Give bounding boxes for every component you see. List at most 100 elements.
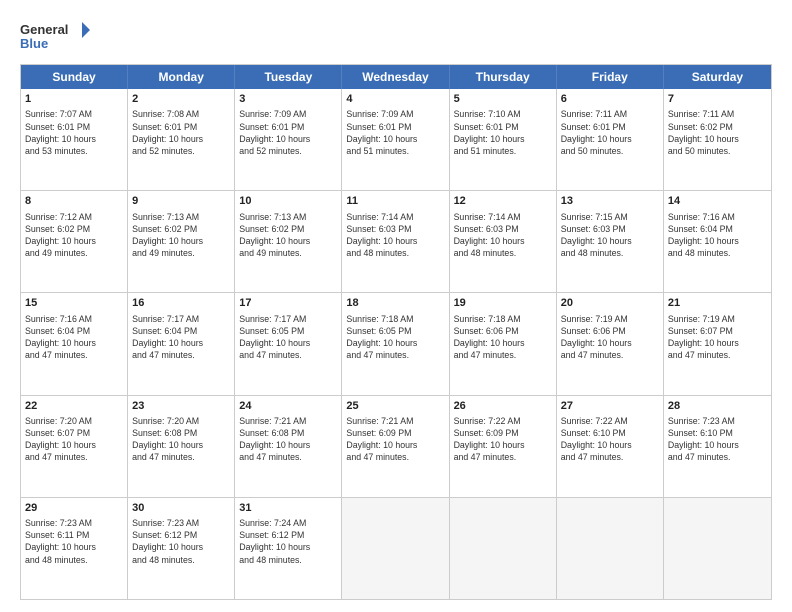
cell-line: Sunrise: 7:17 AM xyxy=(132,313,230,325)
day-number: 9 xyxy=(132,194,230,209)
cell-line: Sunset: 6:02 PM xyxy=(132,223,230,235)
calendar-cell: 5Sunrise: 7:10 AMSunset: 6:01 PMDaylight… xyxy=(450,89,557,190)
cell-line: Daylight: 10 hours xyxy=(454,235,552,247)
cell-line: Daylight: 10 hours xyxy=(561,235,659,247)
cell-line: Sunrise: 7:13 AM xyxy=(239,211,337,223)
cell-line: Sunset: 6:03 PM xyxy=(454,223,552,235)
cell-line: Daylight: 10 hours xyxy=(25,439,123,451)
cell-line: Sunrise: 7:12 AM xyxy=(25,211,123,223)
cell-line: Sunrise: 7:20 AM xyxy=(25,415,123,427)
cell-line: Daylight: 10 hours xyxy=(668,235,767,247)
cell-line: and 47 minutes. xyxy=(454,451,552,463)
calendar-week-5: 29Sunrise: 7:23 AMSunset: 6:11 PMDayligh… xyxy=(21,498,771,599)
cell-line: Sunset: 6:05 PM xyxy=(346,325,444,337)
cell-line: Daylight: 10 hours xyxy=(239,541,337,553)
calendar-cell: 26Sunrise: 7:22 AMSunset: 6:09 PMDayligh… xyxy=(450,396,557,497)
cell-line: Sunset: 6:01 PM xyxy=(561,121,659,133)
cell-line: Sunrise: 7:10 AM xyxy=(454,108,552,120)
cell-line: Sunset: 6:08 PM xyxy=(239,427,337,439)
cell-line: Sunrise: 7:22 AM xyxy=(561,415,659,427)
day-number: 8 xyxy=(25,194,123,209)
calendar-cell: 15Sunrise: 7:16 AMSunset: 6:04 PMDayligh… xyxy=(21,293,128,394)
cell-line: Sunrise: 7:18 AM xyxy=(454,313,552,325)
cell-line: and 48 minutes. xyxy=(668,247,767,259)
cell-line: and 52 minutes. xyxy=(239,145,337,157)
day-number: 17 xyxy=(239,296,337,311)
day-number: 31 xyxy=(239,501,337,516)
cell-line: and 48 minutes. xyxy=(346,247,444,259)
calendar-cell: 4Sunrise: 7:09 AMSunset: 6:01 PMDaylight… xyxy=(342,89,449,190)
cell-line: and 50 minutes. xyxy=(561,145,659,157)
cell-line: Daylight: 10 hours xyxy=(454,133,552,145)
cell-line: Sunset: 6:01 PM xyxy=(346,121,444,133)
calendar-cell: 12Sunrise: 7:14 AMSunset: 6:03 PMDayligh… xyxy=(450,191,557,292)
cell-line: Daylight: 10 hours xyxy=(132,235,230,247)
calendar-cell: 16Sunrise: 7:17 AMSunset: 6:04 PMDayligh… xyxy=(128,293,235,394)
cell-line: Sunrise: 7:18 AM xyxy=(346,313,444,325)
calendar-cell: 2Sunrise: 7:08 AMSunset: 6:01 PMDaylight… xyxy=(128,89,235,190)
cell-line: Daylight: 10 hours xyxy=(668,133,767,145)
cell-line: Sunset: 6:02 PM xyxy=(668,121,767,133)
calendar-cell: 19Sunrise: 7:18 AMSunset: 6:06 PMDayligh… xyxy=(450,293,557,394)
cell-line: Sunset: 6:09 PM xyxy=(454,427,552,439)
day-number: 10 xyxy=(239,194,337,209)
cell-line: and 48 minutes. xyxy=(239,554,337,566)
calendar-page: General Blue SundayMondayTuesdayWednesda… xyxy=(0,0,792,612)
cell-line: Sunset: 6:03 PM xyxy=(346,223,444,235)
cell-line: Sunset: 6:11 PM xyxy=(25,529,123,541)
cell-line: Sunset: 6:10 PM xyxy=(668,427,767,439)
header: General Blue xyxy=(20,18,772,54)
cell-line: Sunrise: 7:13 AM xyxy=(132,211,230,223)
cell-line: Sunrise: 7:24 AM xyxy=(239,517,337,529)
cell-line: and 47 minutes. xyxy=(25,451,123,463)
day-number: 4 xyxy=(346,92,444,107)
calendar-cell: 18Sunrise: 7:18 AMSunset: 6:05 PMDayligh… xyxy=(342,293,449,394)
cell-line: Sunrise: 7:19 AM xyxy=(561,313,659,325)
day-header-friday: Friday xyxy=(557,65,664,89)
cell-line: Sunset: 6:01 PM xyxy=(454,121,552,133)
day-number: 14 xyxy=(668,194,767,209)
day-header-monday: Monday xyxy=(128,65,235,89)
calendar: SundayMondayTuesdayWednesdayThursdayFrid… xyxy=(20,64,772,600)
calendar-cell xyxy=(450,498,557,599)
day-number: 28 xyxy=(668,399,767,414)
calendar-cell: 28Sunrise: 7:23 AMSunset: 6:10 PMDayligh… xyxy=(664,396,771,497)
cell-line: Sunrise: 7:16 AM xyxy=(25,313,123,325)
cell-line: and 47 minutes. xyxy=(668,349,767,361)
cell-line: Sunrise: 7:11 AM xyxy=(561,108,659,120)
cell-line: Sunset: 6:06 PM xyxy=(454,325,552,337)
cell-line: Daylight: 10 hours xyxy=(132,337,230,349)
cell-line: Daylight: 10 hours xyxy=(132,133,230,145)
cell-line: Sunrise: 7:09 AM xyxy=(346,108,444,120)
day-number: 12 xyxy=(454,194,552,209)
svg-text:Blue: Blue xyxy=(20,36,48,51)
calendar-cell: 7Sunrise: 7:11 AMSunset: 6:02 PMDaylight… xyxy=(664,89,771,190)
calendar-cell: 13Sunrise: 7:15 AMSunset: 6:03 PMDayligh… xyxy=(557,191,664,292)
cell-line: Daylight: 10 hours xyxy=(239,439,337,451)
cell-line: Daylight: 10 hours xyxy=(346,439,444,451)
cell-line: Daylight: 10 hours xyxy=(25,235,123,247)
cell-line: Sunset: 6:03 PM xyxy=(561,223,659,235)
cell-line: Daylight: 10 hours xyxy=(561,133,659,145)
cell-line: Sunset: 6:08 PM xyxy=(132,427,230,439)
cell-line: Sunrise: 7:09 AM xyxy=(239,108,337,120)
calendar-cell: 14Sunrise: 7:16 AMSunset: 6:04 PMDayligh… xyxy=(664,191,771,292)
calendar-cell: 17Sunrise: 7:17 AMSunset: 6:05 PMDayligh… xyxy=(235,293,342,394)
cell-line: and 53 minutes. xyxy=(25,145,123,157)
cell-line: and 50 minutes. xyxy=(668,145,767,157)
cell-line: and 47 minutes. xyxy=(239,451,337,463)
cell-line: and 52 minutes. xyxy=(132,145,230,157)
day-number: 7 xyxy=(668,92,767,107)
cell-line: and 47 minutes. xyxy=(346,451,444,463)
cell-line: and 47 minutes. xyxy=(454,349,552,361)
day-number: 19 xyxy=(454,296,552,311)
cell-line: Daylight: 10 hours xyxy=(239,133,337,145)
cell-line: Daylight: 10 hours xyxy=(25,337,123,349)
cell-line: Sunset: 6:10 PM xyxy=(561,427,659,439)
cell-line: Sunset: 6:07 PM xyxy=(668,325,767,337)
calendar-week-2: 8Sunrise: 7:12 AMSunset: 6:02 PMDaylight… xyxy=(21,191,771,293)
cell-line: and 51 minutes. xyxy=(454,145,552,157)
cell-line: Sunrise: 7:16 AM xyxy=(668,211,767,223)
cell-line: Daylight: 10 hours xyxy=(25,541,123,553)
calendar-cell: 8Sunrise: 7:12 AMSunset: 6:02 PMDaylight… xyxy=(21,191,128,292)
